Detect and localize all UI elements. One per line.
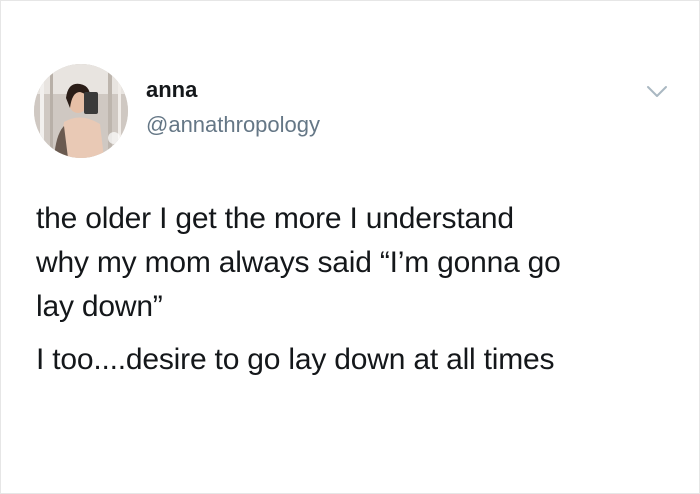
profile-photo-icon xyxy=(34,64,128,158)
tweet-paragraph: I too....desire to go lay down at all ti… xyxy=(36,343,555,376)
user-handle[interactable]: @annathropology xyxy=(146,112,320,138)
avatar[interactable] xyxy=(34,64,128,158)
display-name[interactable]: anna xyxy=(146,77,197,103)
chevron-down-icon[interactable] xyxy=(644,81,670,103)
tweet-body: the older I get the more I understand wh… xyxy=(36,197,676,391)
tweet-card: anna @annathropology the older I get the… xyxy=(0,0,700,494)
tweet-paragraph: the older I get the more I understand wh… xyxy=(36,202,561,323)
